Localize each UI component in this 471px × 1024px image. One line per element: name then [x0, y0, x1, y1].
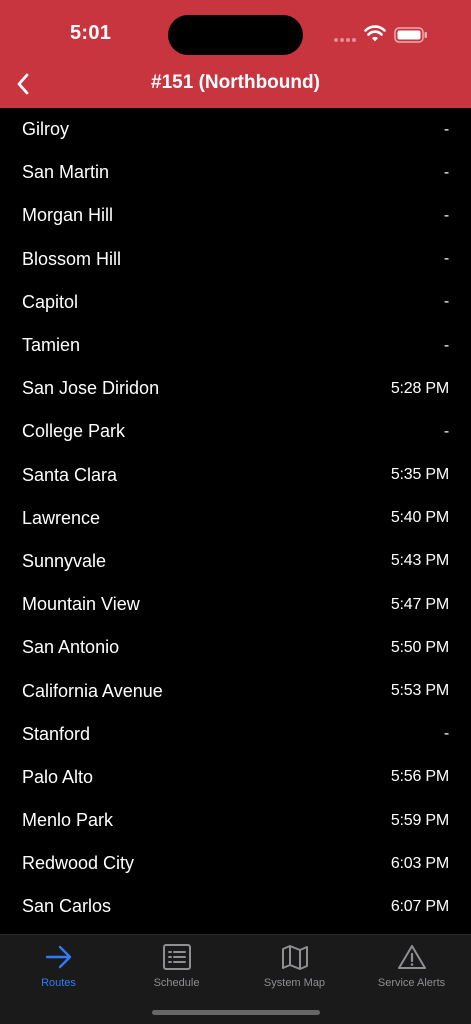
station-name: San Martin — [22, 162, 110, 183]
list-item[interactable]: San Martin - — [0, 151, 471, 194]
departure-time: - — [443, 163, 449, 181]
departure-time: 5:50 PM — [390, 638, 449, 656]
station-name: College Park — [22, 421, 126, 442]
list-item[interactable]: Lawrence 5:40 PM — [0, 497, 471, 540]
list-item[interactable]: Sunnyvale 5:43 PM — [0, 540, 471, 583]
list-item[interactable]: Gilroy - — [0, 108, 471, 151]
departure-time: 6:07 PM — [390, 897, 449, 915]
list-item[interactable]: California Avenue 5:53 PM — [0, 669, 471, 712]
station-name: San Antonio — [22, 637, 120, 658]
station-name: Lawrence — [22, 507, 101, 528]
departure-time: - — [443, 120, 449, 138]
departure-time: - — [443, 293, 449, 311]
departure-time: 5:40 PM — [390, 509, 449, 527]
departure-time: 6:03 PM — [390, 854, 449, 872]
departure-time: 5:28 PM — [390, 379, 449, 397]
dynamic-island — [168, 15, 303, 55]
tab-system-map-label: System Map — [263, 977, 326, 989]
tab-service-alerts-label: Service Alerts — [377, 977, 446, 989]
station-name: Morgan Hill — [22, 205, 114, 226]
tab-system-map[interactable]: System Map — [236, 943, 353, 999]
departure-time: - — [443, 725, 449, 743]
list-item[interactable]: San Jose Diridon 5:28 PM — [0, 367, 471, 410]
departure-time: - — [443, 250, 449, 268]
tab-service-alerts[interactable]: Service Alerts — [353, 943, 470, 999]
list-item[interactable]: Menlo Park 5:59 PM — [0, 799, 471, 842]
station-name: Gilroy — [22, 119, 70, 140]
navigation-header: 5:01 #151 (Northbound) — [0, 0, 471, 108]
list-item[interactable]: Stanford - — [0, 713, 471, 756]
departure-time: 5:43 PM — [390, 552, 449, 570]
departure-time: 5:47 PM — [390, 595, 449, 613]
station-name: Stanford — [22, 723, 91, 744]
station-name: Redwood City — [22, 853, 135, 874]
list-item[interactable]: San Antonio 5:50 PM — [0, 626, 471, 669]
list-item[interactable]: College Park - — [0, 410, 471, 453]
departure-time: 5:35 PM — [390, 466, 449, 484]
list-item[interactable]: Blossom Hill - — [0, 238, 471, 281]
station-name: San Carlos — [22, 896, 112, 917]
station-name: Capitol — [22, 291, 79, 312]
station-name: California Avenue — [22, 680, 163, 701]
list-item[interactable]: Mountain View 5:47 PM — [0, 583, 471, 626]
wifi-icon — [364, 25, 386, 42]
departure-time: - — [443, 206, 449, 224]
station-name: Palo Alto — [22, 766, 94, 787]
tab-schedule[interactable]: Schedule — [118, 943, 235, 999]
station-name: Santa Clara — [22, 464, 118, 485]
departure-time: 5:53 PM — [390, 682, 449, 700]
list-item[interactable]: San Carlos 6:07 PM — [0, 885, 471, 928]
station-name: Sunnyvale — [22, 550, 107, 571]
cellular-signal-icon — [334, 38, 356, 42]
tab-schedule-label: Schedule — [153, 977, 200, 989]
tab-routes[interactable]: Routes — [0, 943, 117, 999]
stop-list[interactable]: Gilroy - San Martin - Morgan Hill - Blossom Hi… — [0, 108, 471, 934]
page-title: #151 (Northbound) — [151, 72, 320, 93]
status-time: 5:01 — [70, 22, 112, 44]
home-indicator — [152, 1010, 320, 1015]
arrow-right-icon — [45, 945, 71, 969]
list-item[interactable]: Palo Alto 5:56 PM — [0, 756, 471, 799]
departure-time: - — [443, 422, 449, 440]
station-name: Tamien — [22, 335, 81, 356]
departure-time: 5:56 PM — [390, 768, 449, 786]
list-item[interactable]: Morgan Hill - — [0, 194, 471, 237]
station-name: Menlo Park — [22, 810, 114, 831]
tab-routes-label: Routes — [41, 977, 76, 989]
departure-time: 5:59 PM — [390, 811, 449, 829]
station-name: Mountain View — [22, 594, 140, 615]
list-item[interactable]: Santa Clara 5:35 PM — [0, 454, 471, 497]
station-name: San Jose Diridon — [22, 378, 160, 399]
list-item[interactable]: Capitol - — [0, 281, 471, 324]
station-name: Blossom Hill — [22, 248, 122, 269]
map-icon — [281, 945, 308, 970]
battery-icon — [394, 27, 427, 43]
departure-time: - — [443, 336, 449, 354]
list-item[interactable]: Redwood City 6:03 PM — [0, 842, 471, 885]
warning-icon — [397, 945, 426, 969]
list-icon — [162, 944, 191, 970]
list-item[interactable]: Tamien - — [0, 324, 471, 367]
